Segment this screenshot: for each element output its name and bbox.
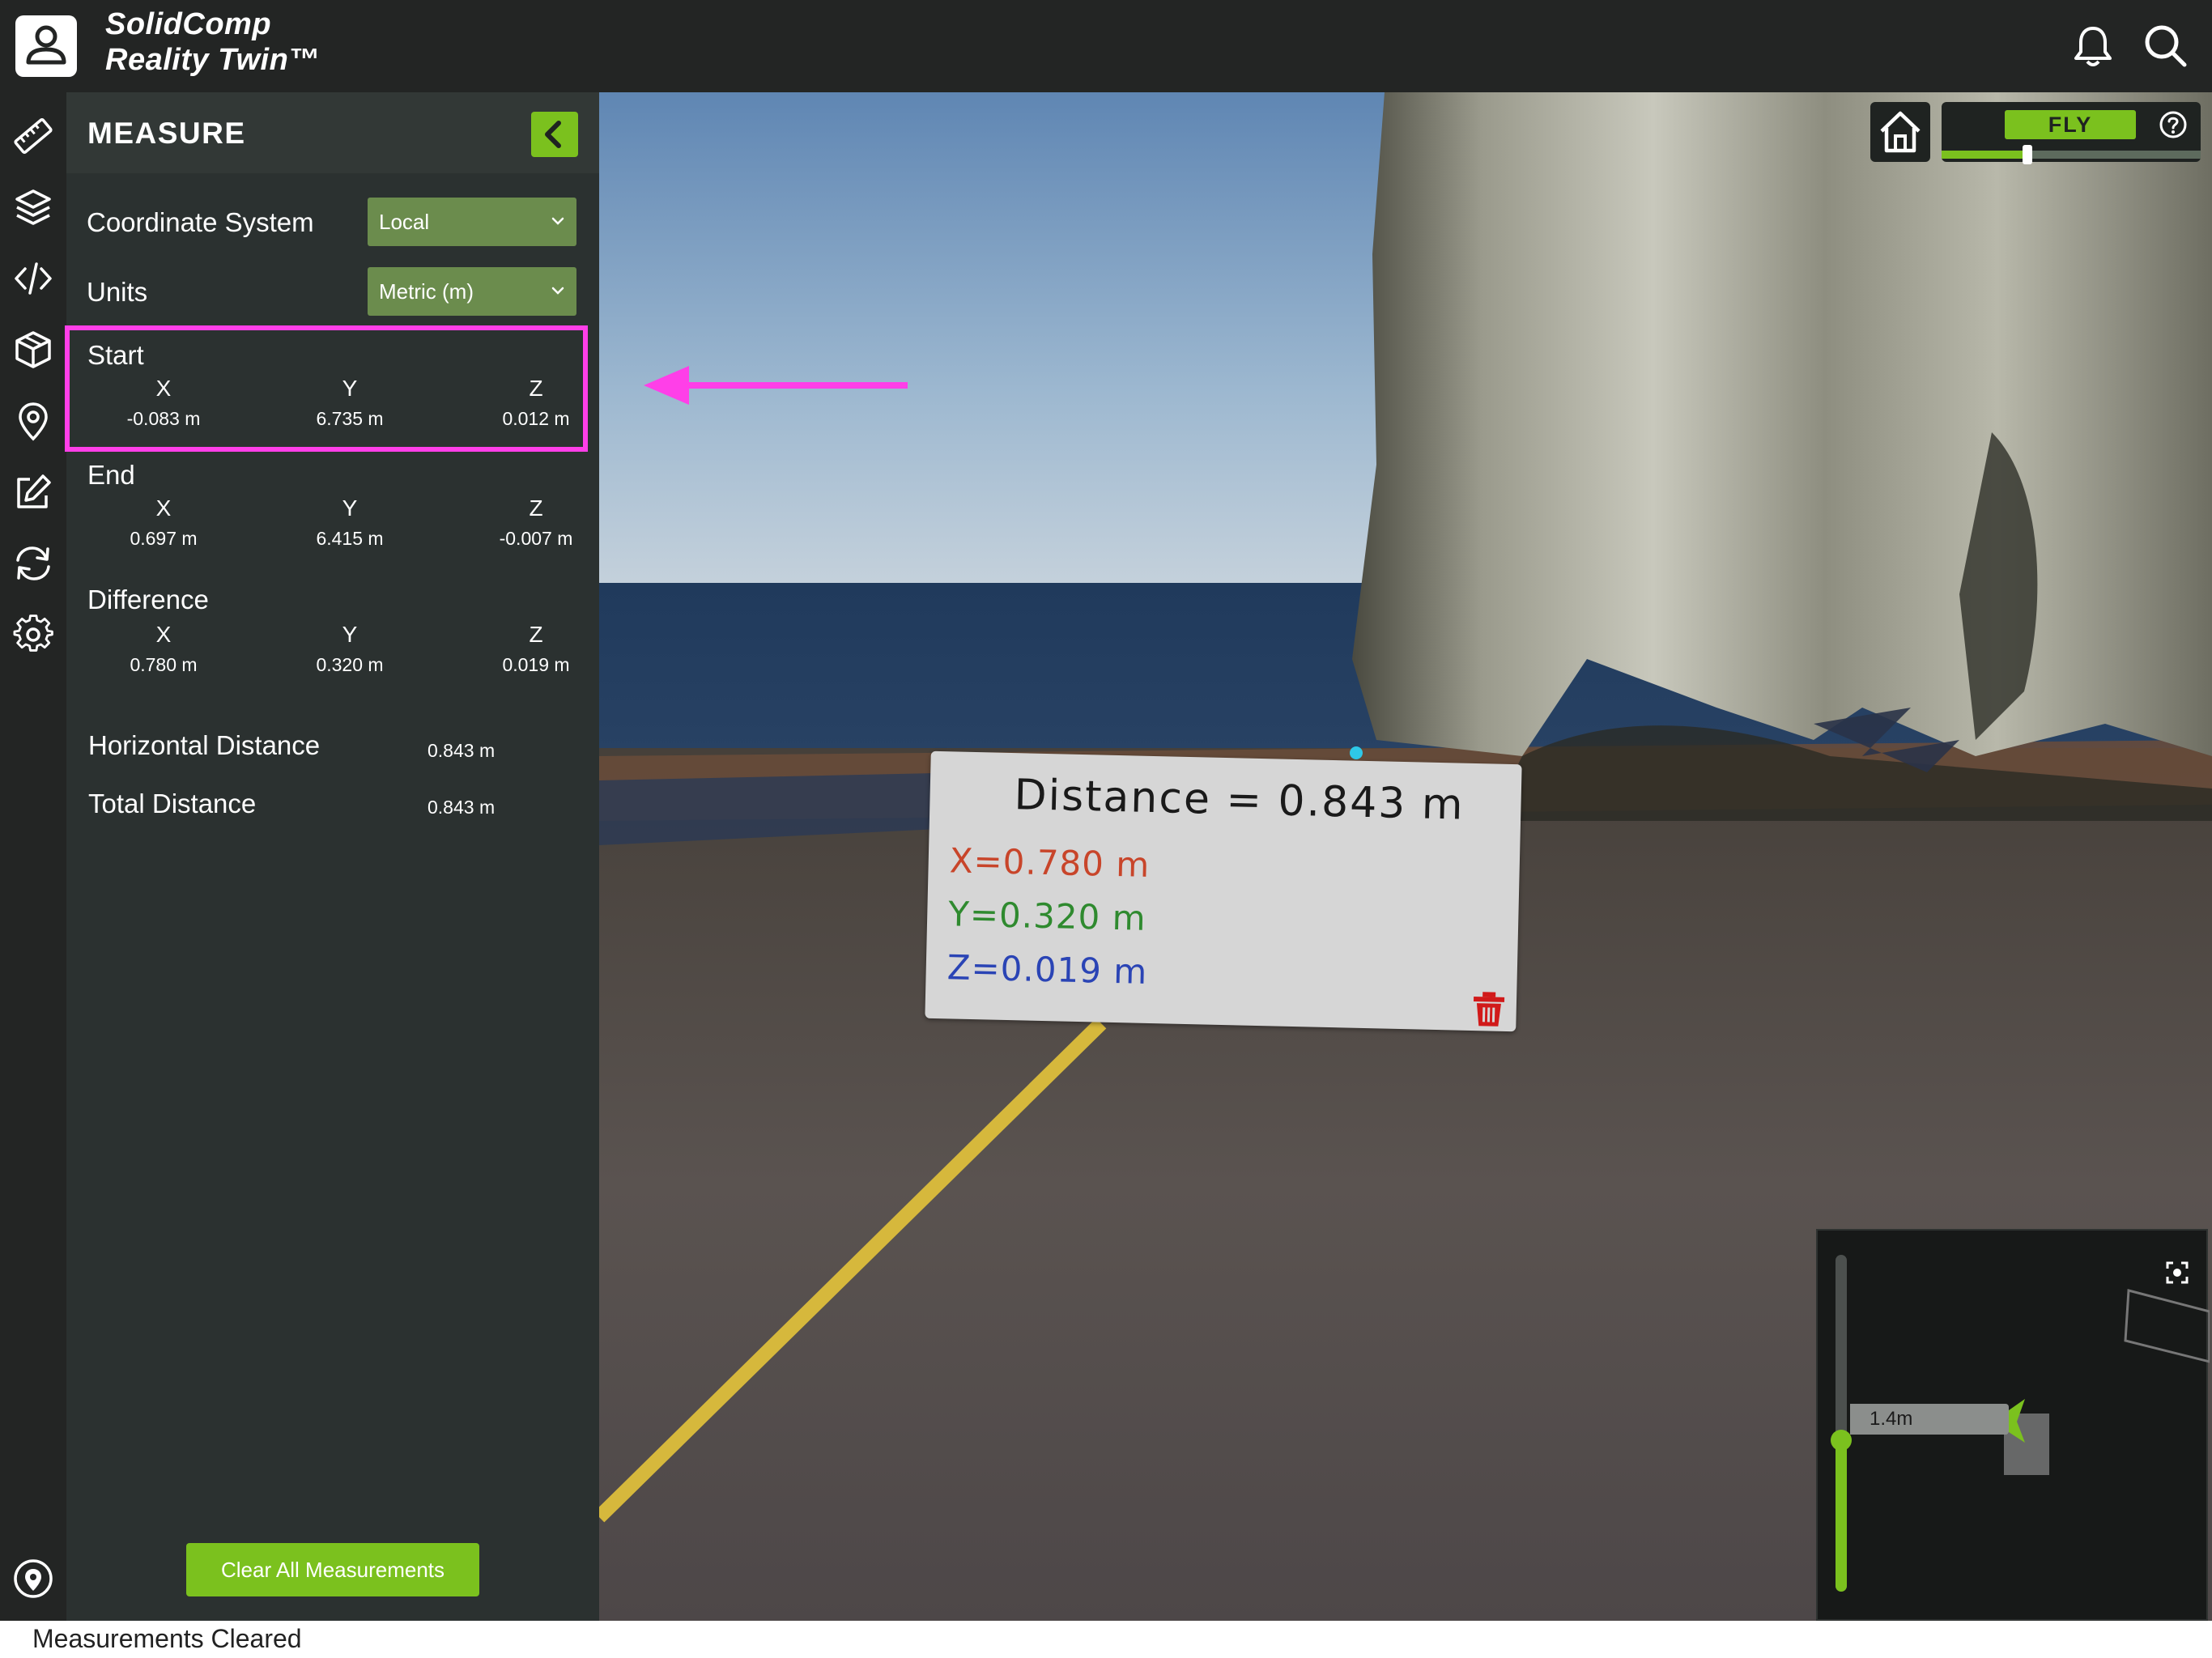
rail-layers-button[interactable] [12, 186, 54, 228]
sync-icon [16, 546, 50, 580]
chevron-down-icon [551, 287, 564, 295]
units-value: Metric (m) [379, 279, 474, 304]
end-z-value: -0.007 m [499, 528, 573, 549]
rail-sync-button[interactable] [12, 542, 54, 585]
start-highlight-box [65, 325, 588, 452]
chevron-left-icon [545, 121, 561, 148]
tool-rail [0, 92, 66, 1621]
end-z-label: Z [529, 495, 543, 521]
difference-x-value: 0.780 m [130, 654, 198, 675]
status-message: Measurements Cleared [32, 1624, 302, 1653]
location-pin-icon [19, 402, 48, 441]
annotation-arrow [644, 366, 908, 405]
minimap-zoom-fill [1836, 1439, 1847, 1592]
brand-logo: SolidComp Reality Twin™ [105, 6, 320, 78]
edit-icon [17, 474, 51, 508]
rail-model-button[interactable] [12, 329, 54, 371]
difference-z-label: Z [529, 622, 543, 647]
rail-edit-button[interactable] [12, 471, 54, 513]
user-icon [26, 25, 66, 65]
bell-icon [2074, 27, 2112, 66]
help-icon [2159, 111, 2187, 138]
brand-line-1: SolidComp [105, 7, 272, 41]
panel-title: MEASURE [87, 117, 246, 150]
minimap-zoom-slider[interactable] [1831, 1255, 1852, 1592]
horizontal-distance-value: 0.843 m [428, 740, 496, 761]
coordinate-system-value: Local [379, 210, 430, 234]
rail-my-location-button[interactable] [12, 1558, 54, 1600]
fly-mode-button[interactable]: FLY [2005, 110, 2136, 139]
collapse-panel-button[interactable] [531, 112, 578, 157]
home-view-button[interactable] [1870, 102, 1930, 162]
gear-icon [13, 614, 53, 652]
trash-icon [1473, 992, 1505, 1027]
coordinate-system-label: Coordinate System [87, 207, 314, 237]
delete-measurement-button[interactable] [1470, 990, 1507, 1028]
cube-icon [15, 331, 51, 368]
measure-panel: MEASURE Coordinate System Local Units Me… [66, 92, 599, 1621]
search-icon [2145, 25, 2187, 67]
home-icon [1880, 111, 1921, 153]
rail-measure-button[interactable] [12, 115, 54, 157]
fly-speed-slider[interactable] [1942, 145, 2201, 164]
horizontal-distance-label: Horizontal Distance [88, 730, 321, 760]
difference-y-value: 0.320 m [316, 654, 384, 675]
fly-speed-fill [1942, 151, 2027, 159]
layers-icon [15, 189, 51, 225]
units-label: Units [87, 277, 148, 307]
navigation-mode-panel: FLY [1942, 102, 2201, 164]
difference-z-value: 0.019 m [502, 654, 570, 675]
help-button[interactable] [2159, 110, 2188, 139]
distance-card-z: Z=0.019 m [946, 947, 1148, 992]
units-select[interactable]: Metric (m) [368, 267, 576, 316]
search-button[interactable] [2142, 23, 2188, 68]
notifications-button[interactable] [2073, 24, 2113, 68]
distance-card-y: Y=0.320 m [947, 894, 1147, 938]
rail-location-button[interactable] [12, 400, 54, 442]
location-icon [14, 1559, 53, 1598]
app-root: SolidComp Reality Twin™ MEASURE Coordina… [0, 0, 2212, 1658]
fly-speed-handle[interactable] [2022, 145, 2032, 164]
difference-y-label: Y [342, 622, 358, 647]
top-bar: SolidComp Reality Twin™ [0, 0, 2212, 92]
minimap-recenter-button[interactable] [2166, 1261, 2189, 1284]
measure-panel-header: MEASURE [66, 92, 599, 173]
focus-icon [2166, 1261, 2189, 1284]
minimap-scale-label: 1.4m [1850, 1404, 2009, 1435]
end-title: End [87, 460, 135, 490]
rail-code-button[interactable] [12, 257, 54, 300]
clear-all-measurements-button[interactable]: Clear All Measurements [186, 1543, 479, 1596]
distance-card: Distance = 0.843 m X=0.780 m Y=0.320 m Z… [925, 750, 1522, 1032]
user-avatar-button[interactable] [15, 15, 77, 77]
end-y-value: 6.415 m [316, 528, 384, 549]
end-y-label: Y [342, 495, 358, 521]
total-distance-label: Total Distance [88, 789, 257, 818]
brand-line-2: Reality Twin™ [105, 43, 320, 77]
rail-settings-button[interactable] [12, 614, 54, 656]
distance-card-x: X=0.780 m [949, 840, 1151, 885]
minimap[interactable]: 1.4m [1816, 1229, 2210, 1621]
ruler-icon [14, 118, 53, 154]
difference-x-label: X [155, 622, 172, 647]
total-distance-value: 0.843 m [428, 797, 496, 818]
chevron-down-icon [551, 217, 564, 225]
end-x-value: 0.697 m [130, 528, 198, 549]
minimap-zoom-handle[interactable] [1831, 1429, 1852, 1451]
end-x-label: X [155, 495, 172, 521]
distance-card-title: Distance = 0.843 m [1013, 771, 1465, 830]
difference-title: Difference [87, 585, 209, 614]
coordinate-system-select[interactable]: Local [368, 198, 576, 246]
code-icon [15, 262, 52, 295]
